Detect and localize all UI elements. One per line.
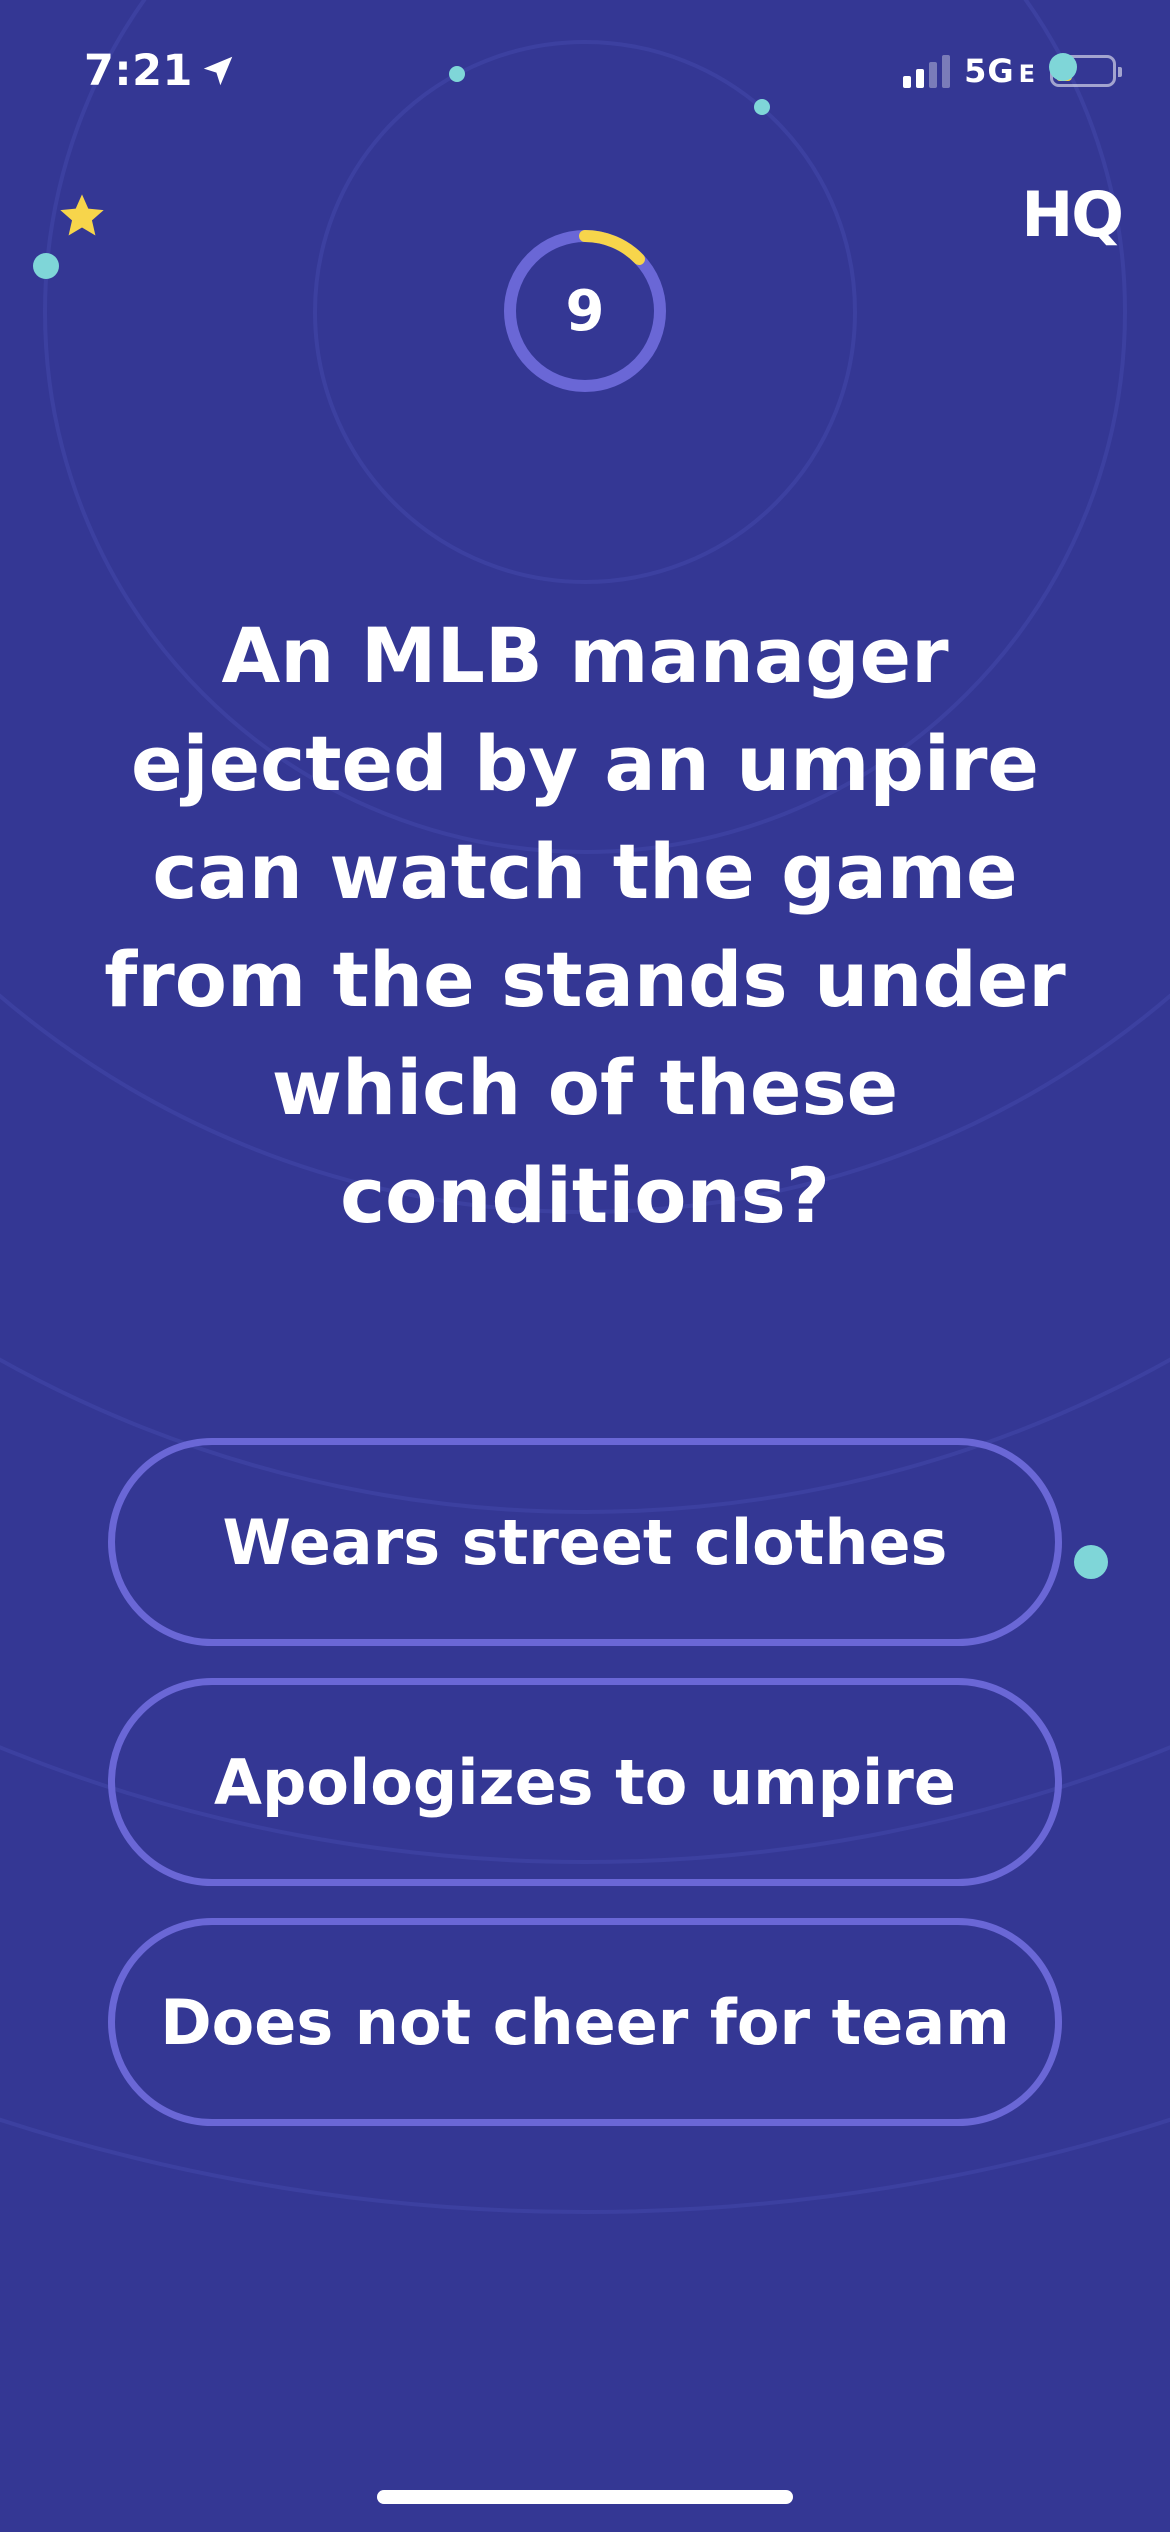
decor-dot [33,253,59,279]
answer-label: Wears street clothes [222,1505,948,1579]
question-text: An MLB manager ejected by an umpire can … [104,611,1066,1240]
decor-dot [1074,1545,1108,1579]
star-icon [60,194,104,236]
network-type: 5G E [964,52,1036,90]
answer-label: Does not cheer for team [160,1985,1010,2059]
answer-list: Wears street clothes Apologizes to umpir… [108,1438,1062,2158]
countdown-timer: 9 [503,229,667,393]
decor-dot [449,66,465,82]
network-type-label: 5G [964,52,1015,90]
home-indicator[interactable] [377,2490,793,2504]
hq-logo: HQ [1021,178,1124,251]
decor-dot [1049,53,1077,81]
status-indicators: 5G E [903,52,1122,90]
answer-option-1[interactable]: Wears street clothes [108,1438,1062,1646]
status-time: 7:21 [84,46,237,96]
signal-strength-icon [903,54,951,88]
answer-option-3[interactable]: Does not cheer for team [108,1918,1062,2126]
answer-label: Apologizes to umpire [214,1745,956,1819]
network-type-suffix: E [1018,60,1036,88]
location-arrow-icon [203,56,233,86]
time-label: 7:21 [84,46,193,96]
decor-dot [754,99,770,115]
timer-count: 9 [565,278,605,344]
answer-option-2[interactable]: Apologizes to umpire [108,1678,1062,1886]
